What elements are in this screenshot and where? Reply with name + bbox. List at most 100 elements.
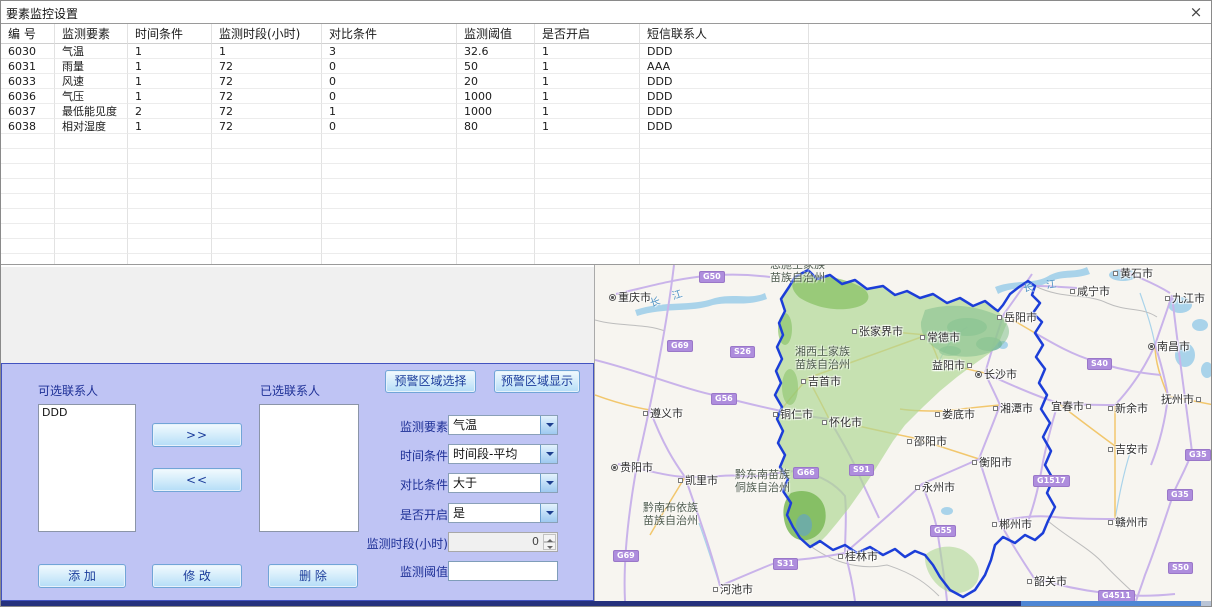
table-cell[interactable]: 3 [322,44,457,59]
column-header[interactable]: 对比条件 [322,24,457,44]
table-cell[interactable] [809,74,1212,89]
table-cell[interactable]: 气温 [55,44,128,59]
monitor-table[interactable]: 编 号监测要素时间条件监测时段(小时)对比条件监测阈值是否开启短信联系人 603… [1,23,1212,265]
table-cell[interactable]: DDD [640,74,809,89]
field-input[interactable] [448,561,558,581]
table-cell[interactable]: DDD [640,104,809,119]
settings-panel: 可选联系人 DDD 已选联系人 >> << 添 加 修 改 删 除 预警区域选择… [1,363,594,601]
table-cell[interactable]: 1 [535,59,640,74]
field-text[interactable] [448,560,558,580]
table-cell[interactable]: 6033 [1,74,55,89]
table-cell[interactable]: 1 [128,119,212,134]
spinner-up-icon[interactable] [543,534,556,542]
city-marker-icon [643,411,648,416]
delete-button[interactable]: 删 除 [268,564,358,588]
close-icon[interactable]: × [1187,3,1205,21]
chevron-down-icon[interactable] [540,504,557,522]
column-header[interactable]: 编 号 [1,24,55,44]
warning-area-map[interactable]: 重庆市遵义市贵阳市凯里市河池市桂林市铜仁市吉首市张家界市怀化市邵阳市永州市郴州市… [594,265,1212,601]
table-cell[interactable]: 6036 [1,89,55,104]
road-badge: G35 [1185,449,1211,461]
table-cell[interactable]: 1 [535,74,640,89]
table-cell[interactable] [809,44,1212,59]
table-cell[interactable]: 0 [322,74,457,89]
table-cell[interactable]: 最低能见度 [55,104,128,119]
add-button[interactable]: 添 加 [38,564,126,588]
map-horizontal-scrollbar[interactable] [1021,601,1201,607]
table-cell[interactable]: 1 [212,44,322,59]
table-cell[interactable]: 1 [128,44,212,59]
table-cell[interactable]: 0 [322,119,457,134]
table-cell[interactable]: 72 [212,59,322,74]
table-cell[interactable]: 1 [128,59,212,74]
list-item[interactable]: DDD [42,406,132,419]
table-cell[interactable]: 72 [212,119,322,134]
table-cell[interactable]: 72 [212,74,322,89]
table-cell[interactable]: 1 [535,119,640,134]
table-cell[interactable]: 6037 [1,104,55,119]
selected-contacts-listbox[interactable] [259,404,359,532]
column-header[interactable]: 时间条件 [128,24,212,44]
field-spinner[interactable]: 0 [448,532,558,552]
table-cell[interactable]: 雨量 [55,59,128,74]
table-cell[interactable]: 6031 [1,59,55,74]
table-cell[interactable]: 1 [535,104,640,119]
table-row[interactable]: 6033风速1720201DDD [1,74,1212,89]
table-cell[interactable]: 80 [457,119,535,134]
table-cell[interactable]: 气压 [55,89,128,104]
chevron-down-icon[interactable] [540,445,557,463]
move-left-button[interactable]: << [152,468,242,492]
table-cell[interactable]: 32.6 [457,44,535,59]
table-cell[interactable]: 72 [212,89,322,104]
table-cell[interactable] [809,104,1212,119]
table-cell[interactable]: 风速 [55,74,128,89]
available-contacts-listbox[interactable]: DDD [38,404,136,532]
move-right-button[interactable]: >> [152,423,242,447]
spinner-down-icon[interactable] [543,542,556,550]
table-cell[interactable]: 6030 [1,44,55,59]
table-cell[interactable] [809,119,1212,134]
table-cell[interactable]: 1 [535,89,640,104]
modify-button[interactable]: 修 改 [152,564,242,588]
table-cell[interactable]: 6038 [1,119,55,134]
column-header[interactable]: 监测阈值 [457,24,535,44]
table-cell[interactable]: 相对湿度 [55,119,128,134]
column-header[interactable]: 是否开启 [535,24,640,44]
warning-area-select-button[interactable]: 预警区域选择 [385,370,476,393]
table-cell[interactable] [809,59,1212,74]
table-cell[interactable] [809,89,1212,104]
table-cell[interactable]: 1000 [457,89,535,104]
table-cell[interactable]: 1000 [457,104,535,119]
table-cell[interactable]: 1 [535,44,640,59]
chevron-down-icon[interactable] [540,474,557,492]
city-marker-icon [1108,447,1113,452]
table-cell[interactable]: 1 [128,89,212,104]
table-cell[interactable]: 72 [212,104,322,119]
table-cell[interactable]: 0 [322,89,457,104]
table-cell[interactable]: DDD [640,119,809,134]
field-select[interactable]: 是 [448,503,558,523]
table-cell[interactable]: 20 [457,74,535,89]
table-cell[interactable]: 2 [128,104,212,119]
warning-area-display-button[interactable]: 预警区域显示 [494,370,580,393]
table-cell[interactable]: DDD [640,89,809,104]
table-cell[interactable]: 50 [457,59,535,74]
table-cell[interactable]: DDD [640,44,809,59]
table-cell[interactable]: 1 [128,74,212,89]
field-select[interactable]: 时间段-平均 [448,444,558,464]
column-header[interactable]: 监测要素 [55,24,128,44]
table-cell[interactable]: AAA [640,59,809,74]
table-row[interactable]: 6038相对湿度1720801DDD [1,119,1212,134]
table-cell[interactable]: 1 [322,104,457,119]
table-row[interactable]: 6037最低能见度272110001DDD [1,104,1212,119]
table-row[interactable]: 6030气温11332.61DDD [1,44,1212,59]
field-select[interactable]: 气温 [448,415,558,435]
column-header[interactable] [809,24,1212,44]
table-row[interactable]: 6031雨量1720501AAA [1,59,1212,74]
table-row[interactable]: 6036气压172010001DDD [1,89,1212,104]
chevron-down-icon[interactable] [540,416,557,434]
field-select[interactable]: 大于 [448,473,558,493]
column-header[interactable]: 监测时段(小时) [212,24,322,44]
table-cell[interactable]: 0 [322,59,457,74]
column-header[interactable]: 短信联系人 [640,24,809,44]
